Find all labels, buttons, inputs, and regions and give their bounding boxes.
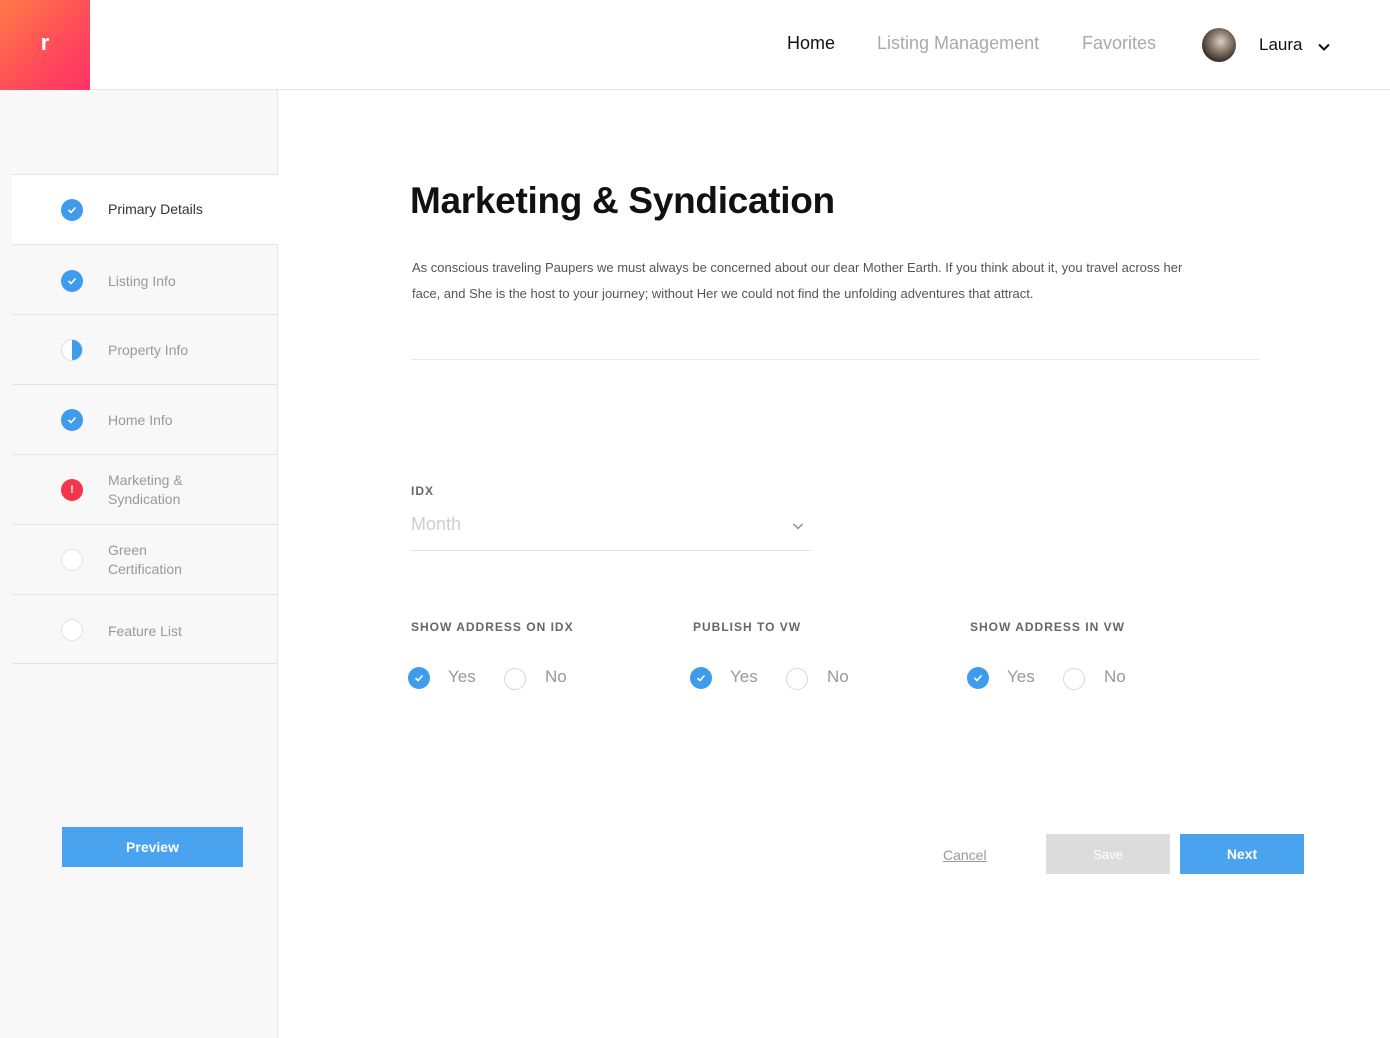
user-avatar[interactable]	[1202, 28, 1236, 62]
chevron-down-icon[interactable]	[1317, 40, 1331, 54]
next-button[interactable]: Next	[1180, 834, 1304, 874]
radio-label-no[interactable]: No	[1104, 667, 1126, 687]
divider	[411, 359, 1259, 360]
top-bar: r Home Listing Management Favorites Laur…	[0, 0, 1390, 90]
brand-logo[interactable]: r	[0, 0, 90, 90]
cancel-link[interactable]: Cancel	[943, 847, 987, 863]
sidebar-item-marketing-syndication[interactable]: ! Marketing & Syndication	[12, 454, 278, 524]
chevron-down-icon	[792, 523, 804, 530]
alert-icon: !	[61, 479, 83, 501]
half-progress-icon	[61, 339, 83, 361]
nav-home[interactable]: Home	[787, 33, 835, 54]
radio-label-yes[interactable]: Yes	[448, 667, 476, 687]
sidebar-item-property-info[interactable]: Property Info	[12, 314, 278, 384]
radio-label-yes[interactable]: Yes	[1007, 667, 1035, 687]
empty-status-icon	[61, 549, 83, 571]
sidebar-item-label: Listing Info	[108, 273, 176, 289]
sidebar-item-label: Primary Details	[108, 201, 203, 217]
sidebar-item-label: Green Certification	[108, 542, 182, 577]
show-address-idx-yes-radio[interactable]	[408, 667, 430, 689]
logo-letter: r	[40, 30, 50, 55]
show-address-vw-yes-radio[interactable]	[967, 667, 989, 689]
publish-vw-yes-radio[interactable]	[690, 667, 712, 689]
sidebar-item-listing-info[interactable]: Listing Info	[12, 244, 278, 314]
radio-label-yes[interactable]: Yes	[730, 667, 758, 687]
preview-button[interactable]: Preview	[62, 827, 243, 867]
user-name[interactable]: Laura	[1259, 35, 1302, 55]
save-button[interactable]: Save	[1046, 834, 1170, 874]
check-icon	[61, 270, 83, 292]
show-address-idx-no-radio[interactable]	[504, 668, 526, 690]
sidebar: Primary Details Listing Info Property In…	[0, 90, 278, 1038]
idx-label: IDX	[411, 484, 435, 498]
show-address-vw-label: SHOW ADDRESS IN VW	[970, 620, 1125, 634]
radio-label-no[interactable]: No	[545, 667, 567, 687]
sidebar-item-label: Feature List	[108, 623, 182, 639]
intro-text: As conscious traveling Paupers we must a…	[412, 260, 1183, 301]
idx-select[interactable]: Month	[411, 504, 811, 551]
sidebar-item-primary-details[interactable]: Primary Details	[12, 174, 278, 244]
sidebar-item-feature-list[interactable]: Feature List	[12, 594, 278, 664]
publish-vw-label: PUBLISH TO VW	[693, 620, 802, 634]
sidebar-item-label: Property Info	[108, 342, 189, 358]
nav-listing-management[interactable]: Listing Management	[877, 33, 1039, 54]
show-address-idx-label: SHOW ADDRESS ON IDX	[411, 620, 574, 634]
check-icon	[61, 409, 83, 431]
empty-status-icon	[61, 619, 83, 641]
check-icon	[61, 199, 83, 221]
publish-vw-no-radio[interactable]	[786, 668, 808, 690]
sidebar-item-label: Home Info	[108, 412, 173, 428]
show-address-vw-no-radio[interactable]	[1063, 668, 1085, 690]
page-title: Marketing & Syndication	[410, 180, 835, 221]
sidebar-item-green-certification[interactable]: Green Certification	[12, 524, 278, 594]
radio-label-no[interactable]: No	[827, 667, 849, 687]
nav-favorites[interactable]: Favorites	[1082, 33, 1156, 54]
idx-select-value: Month	[411, 514, 462, 534]
sidebar-item-home-info[interactable]: Home Info	[12, 384, 278, 454]
sidebar-item-label: Marketing & Syndication	[108, 472, 183, 507]
